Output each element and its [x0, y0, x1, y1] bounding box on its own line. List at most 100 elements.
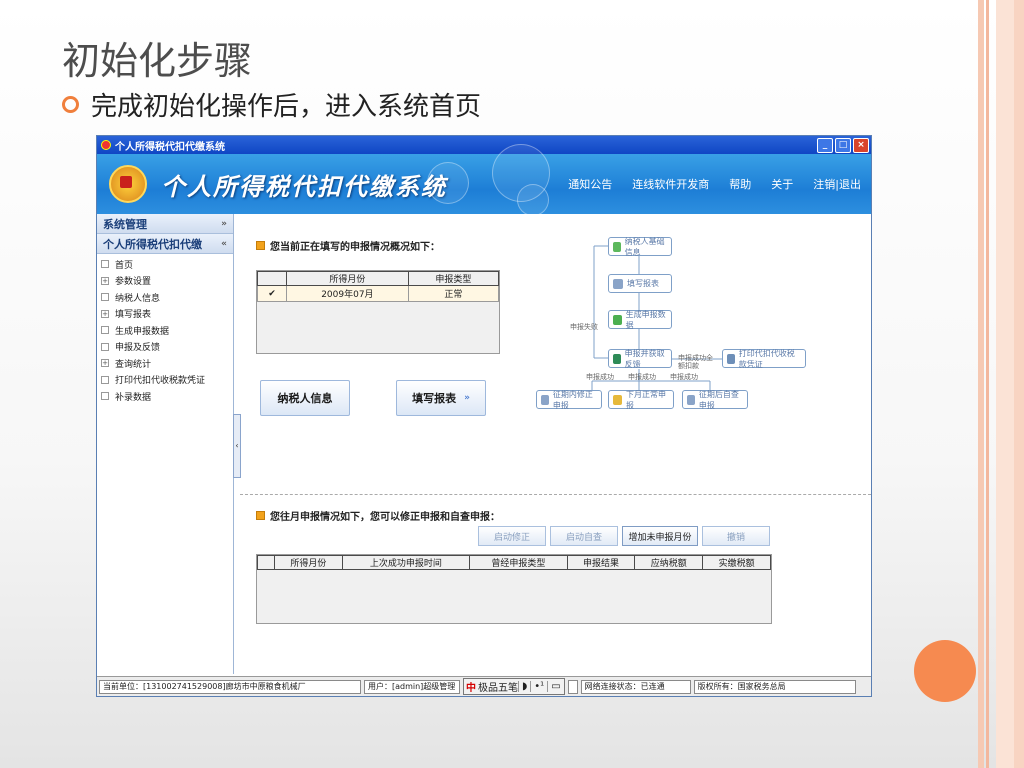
correct-icon	[541, 394, 549, 405]
punctuation-icon[interactable]: •¹	[530, 681, 547, 692]
sidebar-item-label: 补录数据	[115, 392, 152, 403]
ime-logo-icon: 中	[466, 683, 476, 694]
flow-node-label: 生成申报数据	[625, 309, 666, 330]
person-icon	[613, 241, 621, 252]
history-heading: 您往月申报情况如下，您可以修正申报和自查申报：	[256, 508, 500, 523]
decorative-stripe	[1014, 0, 1024, 768]
chevron-up-icon[interactable]: «	[221, 239, 227, 249]
bullet-text: 完成初始化操作后，进入系统首页	[91, 92, 482, 122]
flow-label-success: 申报成功	[628, 373, 656, 381]
tree-node-icon	[101, 260, 109, 269]
flow-label-success-full: 申报成功全额扣款	[678, 354, 713, 370]
sidebar-item-declare-feedback[interactable]: 申报及反馈	[97, 339, 233, 356]
nav-developer[interactable]: 连线软件开发商	[632, 176, 709, 192]
flow-label-fail: 申报失败	[570, 323, 598, 331]
sidebar-item-fill-report[interactable]: + 填写报表	[97, 306, 233, 323]
flow-node-label: 填写报表	[627, 279, 659, 288]
status-user: 用户：[admin]超级管理	[364, 679, 460, 694]
tree-node-icon	[101, 375, 109, 384]
expand-icon: +	[101, 276, 109, 285]
tree-node-icon	[101, 326, 109, 335]
flow-node-self-check[interactable]: 征期后自查申报	[682, 389, 748, 410]
nav-notice[interactable]: 通知公告	[568, 176, 612, 192]
calendar-icon	[613, 394, 622, 405]
column-header: 曾经申报类型	[469, 555, 568, 570]
start-selfcheck-button[interactable]: 启动自查	[550, 526, 618, 546]
keyboard-icon[interactable]: ▭	[547, 681, 563, 692]
tree-node-icon	[101, 293, 109, 302]
maximize-button[interactable]: □	[835, 137, 851, 153]
sidebar-item-label: 填写报表	[115, 310, 152, 321]
bullet-point: 完成初始化操作后，进入系统首页	[62, 86, 481, 123]
tree-node-icon	[101, 342, 109, 351]
history-table: 所得月份 上次成功申报时间 曾经申报类型 申报结果 应纳税额 实缴税额	[256, 554, 772, 624]
expand-icon: +	[101, 359, 109, 368]
tax-emblem-icon	[109, 165, 147, 203]
column-header: 上次成功申报时间	[341, 555, 471, 570]
column-header: 应纳税额	[634, 555, 704, 570]
edit-icon	[613, 278, 623, 289]
decorative-stripe	[986, 0, 989, 768]
sidebar-item-label: 纳税人信息	[115, 293, 161, 304]
flow-node-correct-declare[interactable]: 征期内修正申报	[536, 390, 602, 410]
window-titlebar[interactable]: 个人所得税代扣代缴系统 _ □ ×	[97, 136, 871, 154]
select-column-header	[257, 555, 275, 570]
sidebar-item-label: 参数设置	[115, 277, 152, 288]
status-bar: 当前单位：[131002741529008]廊坊市中原粮食机械厂 用户：[adm…	[97, 676, 871, 696]
app-icon	[101, 140, 111, 150]
chevron-down-icon[interactable]: »	[221, 219, 227, 229]
section-label: 系统管理	[103, 217, 147, 231]
sidebar-menu: 首页 + 参数设置 纳税人信息 + 填写报表 生成申报数据 申报及反馈 + 查询统计 …	[97, 254, 233, 405]
decorative-stripe	[978, 0, 984, 768]
feedback-icon	[613, 353, 621, 364]
decorative-circle	[914, 640, 976, 702]
flow-node-taxpayer-basic[interactable]: 纳税人基础信息	[608, 237, 672, 257]
sidebar-section-tax[interactable]: 个人所得税代扣代缴 «	[97, 234, 233, 254]
window-title: 个人所得税代扣代缴系统	[115, 141, 225, 153]
status-current-unit: 当前单位：[131002741529008]廊坊市中原粮食机械厂	[99, 679, 361, 694]
flow-node-label: 征期后自查申报	[698, 389, 739, 410]
section-label: 个人所得税代扣代缴	[103, 237, 202, 251]
decorative-stripe	[996, 0, 1014, 768]
revoke-button[interactable]: 撤销	[702, 526, 770, 546]
sidebar-item-supplement[interactable]: 补录数据	[97, 388, 233, 405]
sidebar-item-label: 打印代扣代收税款凭证	[115, 376, 206, 387]
moon-icon[interactable]: ◗	[518, 681, 530, 692]
slide-title: 初始化步骤	[62, 39, 253, 83]
minimize-button[interactable]: _	[817, 137, 833, 153]
search-icon	[687, 394, 695, 405]
flow-node-declare-feedback[interactable]: 申报并获取反馈	[608, 348, 672, 369]
app-window: 个人所得税代扣代缴系统 _ □ × 个人所得税代扣代缴系统 通知公告 连线软件开…	[96, 135, 872, 697]
ime-toolbar[interactable]: 中 极品五笔 ◗ •¹ ▭	[463, 678, 565, 695]
sidebar-item-query[interactable]: + 查询统计	[97, 355, 233, 372]
tree-node-icon	[101, 392, 109, 401]
sidebar-item-settings[interactable]: + 参数设置	[97, 273, 233, 290]
sidebar-item-home[interactable]: 首页	[97, 256, 233, 273]
status-copyright: 版权所有：国家税务总局	[693, 679, 856, 694]
sidebar-item-label: 首页	[115, 260, 134, 271]
add-unreported-month-button[interactable]: 增加未申报月份	[622, 526, 698, 546]
sidebar-item-generate-data[interactable]: 生成申报数据	[97, 322, 233, 339]
flow-node-fill-report[interactable]: 填写报表	[608, 274, 672, 293]
flow-node-label: 申报并获取反馈	[624, 348, 665, 369]
main-content: 您当前正在填写的申报情况概况如下： 所得月份 申报类型 ✔ 2009年07月 正…	[240, 214, 871, 674]
nav-logout[interactable]: 注销|退出	[813, 176, 861, 192]
sidebar-section-system[interactable]: 系统管理 »	[97, 214, 233, 234]
app-banner: 个人所得税代扣代缴系统 通知公告 连线软件开发商 帮助 关于 注销|退出	[97, 144, 871, 216]
flow-node-generate-data[interactable]: 生成申报数据	[608, 309, 672, 330]
section-divider	[240, 494, 871, 495]
sidebar-item-taxpayer[interactable]: 纳税人信息	[97, 289, 233, 306]
bullet-icon	[62, 96, 79, 113]
flow-node-label: 打印代扣代收税款凭证	[738, 348, 795, 369]
nav-help[interactable]: 帮助	[729, 176, 751, 192]
nav-about[interactable]: 关于	[771, 176, 793, 192]
start-correction-button[interactable]: 启动修正	[478, 526, 546, 546]
decorative-bubble	[427, 162, 469, 204]
close-button[interactable]: ×	[853, 137, 869, 153]
flow-node-print-voucher[interactable]: 打印代扣代收税款凭证	[722, 348, 806, 369]
flow-node-next-month[interactable]: 下月正常申报	[608, 390, 674, 410]
sidebar-item-print-voucher[interactable]: 打印代扣代收税款凭证	[97, 372, 233, 389]
data-icon	[613, 314, 622, 325]
flow-label-success: 申报成功	[586, 373, 614, 381]
section-icon	[256, 511, 265, 520]
